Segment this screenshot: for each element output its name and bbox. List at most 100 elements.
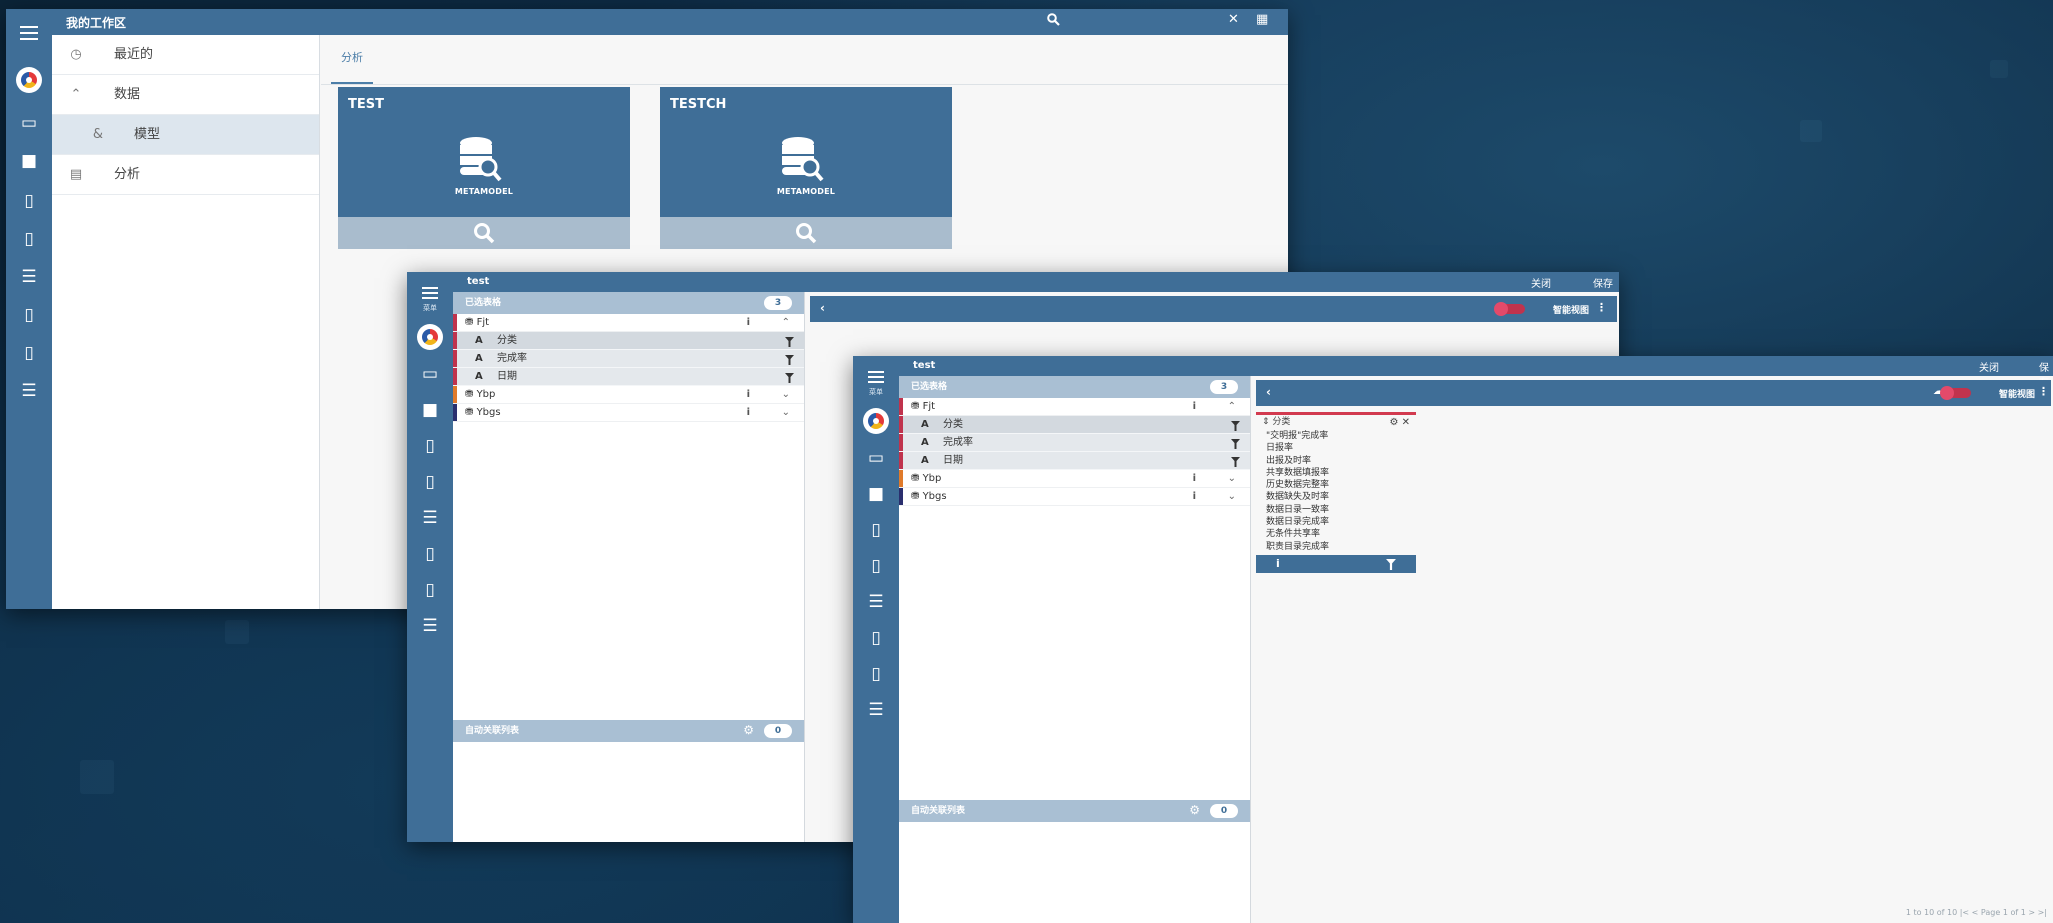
list-icon[interactable]: ☰ — [6, 381, 52, 401]
smart-view-toggle[interactable] — [1494, 302, 1525, 316]
document-icon[interactable]: ▯ — [853, 556, 899, 576]
document-icon[interactable]: ▯ — [853, 628, 899, 648]
info-icon[interactable]: i — [747, 404, 750, 422]
filter-option[interactable]: 数据日录一致率 — [1256, 504, 1416, 516]
gear-icon[interactable]: ⚙ — [1389, 417, 1398, 428]
more-vertical-icon[interactable]: ⋮ — [2038, 385, 2049, 398]
table-row[interactable]: ⛃ Ybp i ⌄ — [453, 386, 804, 404]
briefcase-icon[interactable]: ■ — [853, 484, 899, 504]
list-icon[interactable]: ☰ — [853, 592, 899, 612]
close-icon[interactable]: ✕ — [1402, 417, 1410, 428]
smart-view-label: 智能视图 — [1552, 306, 1589, 316]
document-icon[interactable]: ▯ — [6, 229, 52, 249]
close-button[interactable]: 关闭 — [1979, 359, 1999, 374]
list-icon[interactable]: ☰ — [853, 700, 899, 720]
info-icon[interactable]: i — [1276, 557, 1280, 570]
list-icon[interactable]: ☰ — [6, 267, 52, 287]
pagination[interactable]: 1 to 10 of 10 |< < Page 1 of 1 > >| — [1906, 908, 2047, 917]
document-icon[interactable]: ▯ — [407, 472, 453, 492]
document-icon[interactable]: ▯ — [853, 520, 899, 540]
card-search-footer[interactable] — [338, 217, 630, 249]
field-row[interactable]: A 日期 — [899, 452, 1250, 470]
calculator-icon: ▤ — [69, 167, 83, 182]
info-icon[interactable]: i — [747, 314, 750, 332]
table-row[interactable]: ⛃ Ybgs i ⌄ — [453, 404, 804, 422]
filter-option[interactable]: 出报及时率 — [1256, 455, 1416, 467]
info-icon[interactable]: i — [1193, 488, 1196, 506]
table-icon: ⛃ — [465, 389, 474, 400]
app-logo[interactable] — [863, 408, 889, 434]
document-icon[interactable]: ▯ — [853, 664, 899, 684]
field-row[interactable]: A 完成率 — [899, 434, 1250, 452]
hamburger-menu-icon[interactable]: 菜单 — [407, 284, 453, 312]
database-search-icon — [780, 135, 824, 186]
folder-icon[interactable]: ▭ — [853, 448, 899, 468]
chevron-left-icon[interactable]: ‹ — [1266, 385, 1271, 399]
chevron-down-icon[interactable]: ⌄ — [782, 404, 790, 422]
folder-icon[interactable]: ▭ — [407, 364, 453, 384]
filter-option[interactable]: 职责目录完成率 — [1256, 541, 1416, 553]
info-icon[interactable]: i — [1193, 470, 1196, 488]
list-icon[interactable]: ☰ — [407, 616, 453, 636]
search-icon[interactable] — [1047, 13, 1060, 30]
filter-option[interactable]: 日报率 — [1256, 442, 1416, 454]
field-row[interactable]: A 分类 — [899, 416, 1250, 434]
table-row[interactable]: ⛃ Fjt i ⌃ — [899, 398, 1250, 416]
grid-icon[interactable]: ▦ — [1256, 12, 1268, 27]
filter-icon[interactable] — [1386, 558, 1396, 573]
more-vertical-icon[interactable]: ⋮ — [1596, 301, 1607, 314]
table-row[interactable]: ⛃ Ybp i ⌄ — [899, 470, 1250, 488]
gear-icon[interactable]: ⚙ — [1189, 804, 1200, 816]
field-name: 分类 — [497, 335, 517, 346]
smart-view-toggle[interactable] — [1940, 386, 1971, 400]
table-row[interactable]: ⛃ Ybgs i ⌄ — [899, 488, 1250, 506]
field-name: 完成率 — [943, 437, 973, 448]
app-logo[interactable] — [16, 67, 42, 93]
close-button[interactable]: 关闭 — [1531, 275, 1551, 290]
table-color-marker — [453, 368, 457, 385]
close-icon[interactable]: ✕ — [1228, 12, 1239, 27]
chevron-down-icon[interactable]: ⌄ — [782, 386, 790, 404]
document-icon[interactable]: ▯ — [6, 343, 52, 363]
field-row[interactable]: A 完成率 — [453, 350, 804, 368]
chevron-down-icon[interactable]: ⌄ — [1228, 488, 1236, 506]
folder-icon[interactable]: ▭ — [6, 113, 52, 133]
card-caption: METAMODEL — [776, 187, 836, 196]
app-logo[interactable] — [417, 324, 443, 350]
field-row[interactable]: A 分类 — [453, 332, 804, 350]
document-icon[interactable]: ▯ — [407, 544, 453, 564]
tab-analysis[interactable]: 分析 — [331, 35, 373, 84]
chevron-down-icon[interactable]: ⌄ — [1228, 470, 1236, 488]
info-icon[interactable]: i — [1193, 398, 1196, 416]
nav-item-data[interactable]: ⌃ 数据 — [52, 75, 319, 115]
gear-icon[interactable]: ⚙ — [743, 724, 754, 736]
model-card-test[interactable]: TEST METAMODEL — [338, 87, 630, 249]
filter-option[interactable]: 无条件共享率 — [1256, 528, 1416, 540]
nav-item-model[interactable]: & 模型 — [52, 115, 319, 155]
document-icon[interactable]: ▯ — [6, 305, 52, 325]
filter-option[interactable]: 历史数据完整率 — [1256, 479, 1416, 491]
table-row[interactable]: ⛃ Fjt i ⌃ — [453, 314, 804, 332]
list-icon[interactable]: ☰ — [407, 508, 453, 528]
field-row[interactable]: A 日期 — [453, 368, 804, 386]
document-icon[interactable]: ▯ — [407, 580, 453, 600]
filter-option[interactable]: 共享数据填报率 — [1256, 467, 1416, 479]
card-search-footer[interactable] — [660, 217, 952, 249]
document-icon[interactable]: ▯ — [6, 191, 52, 211]
hamburger-menu-icon[interactable] — [6, 25, 52, 45]
model-card-testch[interactable]: TESTCH METAMODEL — [660, 87, 952, 249]
nav-item-recent[interactable]: ◷ 最近的 — [52, 35, 319, 75]
chevron-up-icon[interactable]: ⌃ — [1228, 398, 1236, 416]
hamburger-menu-icon[interactable]: 菜单 — [853, 368, 899, 396]
filter-option[interactable]: 数据日录完成率 — [1256, 516, 1416, 528]
nav-item-analysis[interactable]: ▤ 分析 — [52, 155, 319, 195]
chevron-left-icon[interactable]: ‹ — [820, 301, 825, 315]
info-icon[interactable]: i — [747, 386, 750, 404]
document-icon[interactable]: ▯ — [407, 436, 453, 456]
save-button[interactable]: 保存 — [1593, 275, 1613, 290]
chevron-up-icon[interactable]: ⌃ — [782, 314, 790, 332]
filter-option[interactable]: 数据缺失及时率 — [1256, 491, 1416, 503]
filter-option[interactable]: "交明报"完成率 — [1256, 430, 1416, 442]
briefcase-icon[interactable]: ■ — [6, 151, 52, 171]
briefcase-icon[interactable]: ■ — [407, 400, 453, 420]
